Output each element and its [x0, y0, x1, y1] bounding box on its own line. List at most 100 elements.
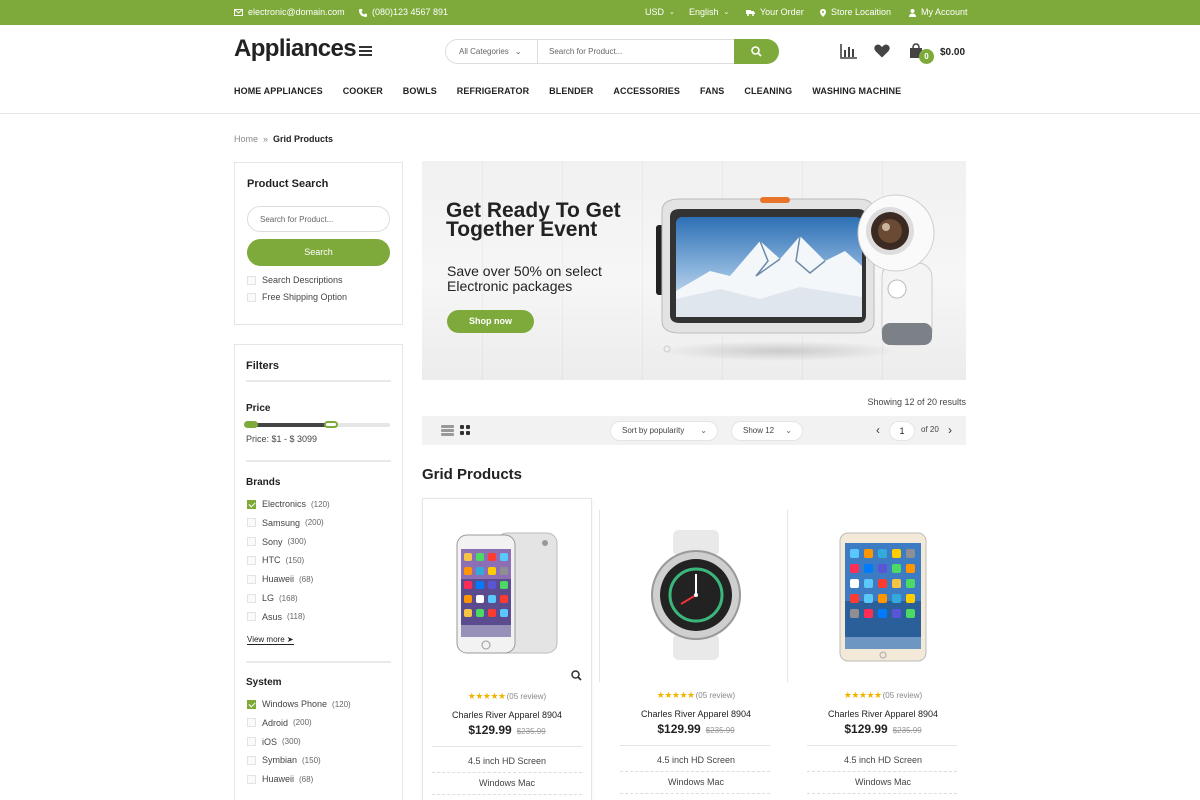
product-card[interactable]: ★★★★★(05 review) Charles River Apparel 89…	[611, 498, 781, 800]
checkbox[interactable]	[247, 292, 256, 302]
brands-filter-option[interactable]: Asus (118)	[247, 612, 305, 622]
option-count: (150)	[285, 555, 305, 565]
heart-icon[interactable]	[874, 44, 890, 58]
systems-filter-option[interactable]: iOS (300)	[247, 737, 301, 747]
option-count: (200)	[305, 518, 324, 528]
checkbox[interactable]	[247, 555, 256, 565]
brands-filter-option[interactable]: LG (168)	[247, 593, 298, 603]
my-account-link[interactable]: My Account	[909, 0, 968, 25]
prev-page-icon[interactable]: ‹	[876, 423, 880, 437]
product-spec: 4.5 inch HD Screen	[467, 756, 547, 766]
price-slider-max-handle[interactable]	[323, 421, 338, 428]
checkbox[interactable]	[247, 275, 256, 285]
nav-item-washing-machine[interactable]: WASHING MACHINE	[812, 86, 901, 100]
checkbox[interactable]	[247, 699, 256, 709]
product-name[interactable]: Charles River Apparel 8904	[423, 710, 591, 720]
checkbox[interactable]	[247, 537, 256, 547]
nav-item-blender[interactable]: BLENDER	[549, 86, 593, 100]
list-view-icon[interactable]	[441, 425, 454, 436]
show-count-select[interactable]: Show 12 ⌄	[731, 421, 803, 441]
product-card[interactable]: ★★★★★(05 review) Charles River Apparel 89…	[422, 498, 592, 800]
main-nav: HOME APPLIANCES COOKER BOWLS REFRIGERATO…	[234, 86, 921, 100]
store-location-link[interactable]: Store Locaition	[820, 0, 891, 25]
grid-view-icon[interactable]	[460, 425, 471, 436]
shop-now-button[interactable]: Shop now	[447, 310, 534, 333]
checkbox[interactable]	[247, 574, 256, 584]
checkbox[interactable]	[247, 518, 256, 528]
review-count[interactable]: (05 review)	[696, 691, 736, 700]
breadcrumb-home[interactable]: Home	[234, 134, 258, 144]
checkbox[interactable]	[247, 612, 256, 622]
nav-item-bowls[interactable]: BOWLS	[403, 86, 437, 100]
product-image[interactable]	[838, 531, 928, 666]
systems-filter-option[interactable]: Huaweii (68)	[247, 774, 313, 784]
sidebar-search-button[interactable]: Search	[247, 239, 390, 266]
review-count[interactable]: (05 review)	[507, 692, 547, 701]
sidebar-search-input[interactable]	[247, 206, 390, 232]
view-more-link[interactable]: View more ➤	[247, 635, 294, 645]
header-search-button[interactable]	[734, 39, 779, 64]
divider	[246, 460, 391, 462]
show-count-value: Show 12	[743, 426, 775, 435]
category-select[interactable]: All Categories ⌄	[459, 40, 522, 63]
product-name[interactable]: Charles River Apparel 8904	[611, 709, 781, 719]
brands-filter-option[interactable]: Huaweii (68)	[247, 574, 313, 584]
nav-item-fans[interactable]: FANS	[700, 86, 724, 100]
checkbox[interactable]	[247, 593, 256, 603]
checkbox[interactable]	[247, 718, 256, 728]
tablet-product-image	[839, 532, 927, 662]
page-number-input[interactable]: 1	[889, 421, 915, 441]
product-spec: Windows Mac	[854, 777, 911, 787]
divider	[246, 380, 391, 382]
currency-select[interactable]: USD ⌄	[645, 0, 675, 25]
product-spec: 4.5 inch HD Screen	[656, 755, 736, 765]
nav-item-refrigerator[interactable]: REFRIGERATOR	[457, 86, 529, 100]
next-page-icon[interactable]: ›	[948, 423, 952, 437]
product-image[interactable]	[641, 528, 751, 665]
site-logo[interactable]: Appliances	[234, 35, 357, 63]
checkbox[interactable]	[247, 737, 256, 747]
divider	[807, 771, 957, 772]
nav-item-cooker[interactable]: COOKER	[343, 86, 383, 100]
language-select[interactable]: English ⌄	[689, 0, 729, 25]
systems-filter-option[interactable]: Adroid (200)	[247, 718, 312, 728]
checkbox[interactable]	[247, 774, 256, 784]
divider	[599, 510, 600, 682]
nav-item-home-appliances[interactable]: HOME APPLIANCES	[234, 86, 323, 100]
option-count: (300)	[287, 537, 307, 547]
systems-filter-option[interactable]: Symbian (150)	[247, 755, 321, 765]
your-order-link[interactable]: Your Order	[746, 0, 804, 25]
checkbox[interactable]	[247, 499, 256, 509]
price-slider[interactable]	[244, 421, 390, 428]
nav-item-accessories[interactable]: ACCESSORIES	[613, 86, 680, 100]
phone-icon	[359, 8, 367, 17]
product-card[interactable]: ★★★★★(05 review) Charles River Apparel 89…	[798, 498, 968, 800]
price-slider-min-handle[interactable]	[244, 421, 258, 428]
free-shipping-checkbox[interactable]: Free Shipping Option	[247, 292, 347, 302]
topbar-phone[interactable]: (080)123 4567 891	[359, 0, 448, 25]
systems-filter-option[interactable]: Windows Phone (120)	[247, 699, 351, 709]
results-count: Showing 12 of 20 results	[867, 397, 966, 407]
brands-filter-option[interactable]: Sony (300)	[247, 537, 306, 547]
chevron-down-icon: ⌄	[785, 426, 792, 435]
brands-filter-option[interactable]: Electronics (120)	[247, 499, 330, 509]
header-search-input[interactable]	[549, 41, 729, 62]
product-name[interactable]: Charles River Apparel 8904	[798, 709, 968, 719]
brands-title: Brands	[246, 477, 281, 488]
checkbox[interactable]	[247, 755, 256, 765]
topbar-email[interactable]: electronic@domain.com	[234, 0, 345, 25]
sort-select-value: Sort by popularity	[622, 426, 685, 435]
cart-total[interactable]: $0.00	[940, 47, 965, 58]
product-image[interactable]	[453, 529, 563, 662]
menu-icon[interactable]	[359, 46, 372, 58]
zoom-icon[interactable]	[571, 670, 582, 681]
brands-filter-option[interactable]: Samsung (200)	[247, 518, 324, 528]
old-price: $235.99	[516, 727, 546, 736]
compare-chart-icon[interactable]	[840, 44, 858, 59]
user-icon	[909, 8, 916, 17]
brands-filter-option[interactable]: HTC (150)	[247, 555, 304, 565]
nav-item-cleaning[interactable]: CLEANING	[744, 86, 792, 100]
search-descriptions-checkbox[interactable]: Search Descriptions	[247, 275, 343, 285]
sort-select[interactable]: Sort by popularity ⌄	[610, 421, 718, 441]
review-count[interactable]: (05 review)	[883, 691, 923, 700]
